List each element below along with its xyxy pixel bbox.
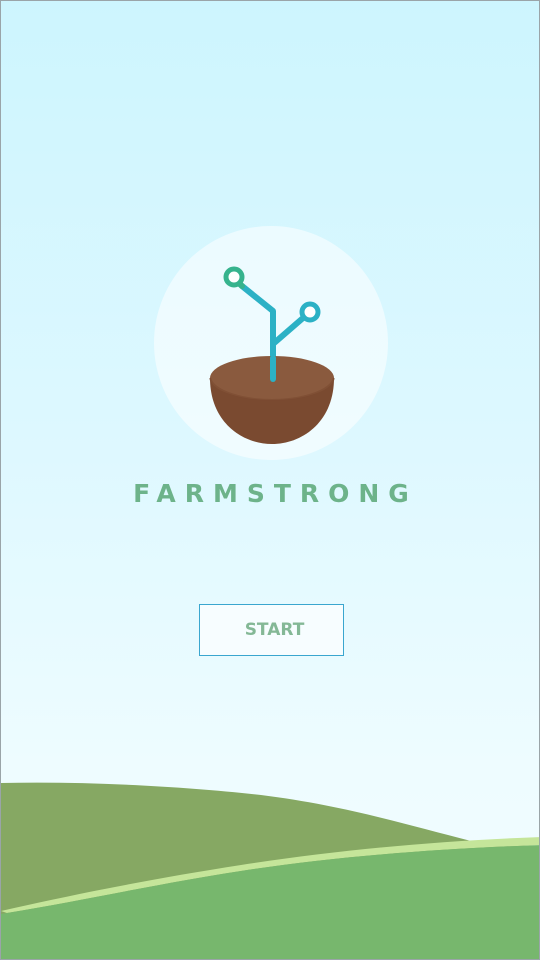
app-title: FARMSTRONG bbox=[133, 479, 418, 508]
sprout-in-pot-icon bbox=[209, 266, 335, 444]
hills-illustration bbox=[1, 782, 539, 959]
splash-screen: FARMSTRONG START bbox=[0, 0, 540, 960]
start-button[interactable]: START bbox=[199, 604, 344, 656]
